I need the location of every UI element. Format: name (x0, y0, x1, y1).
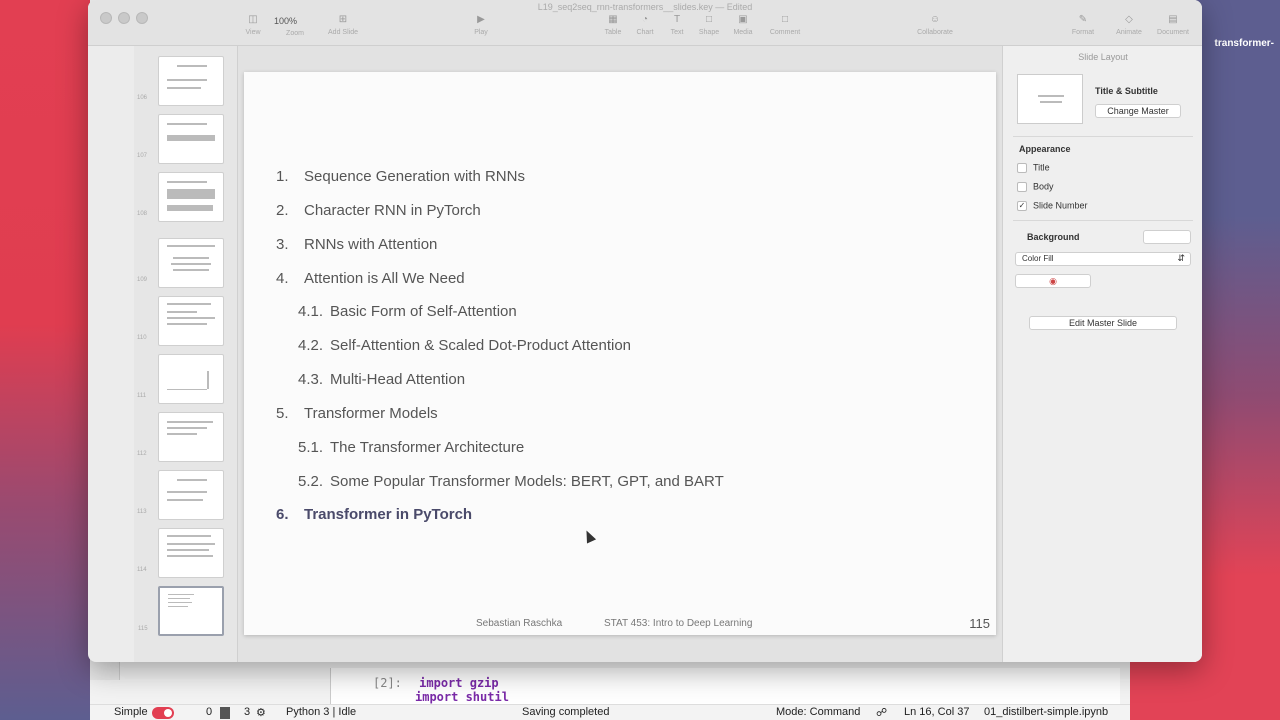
toc-item[interactable]: 1. Sequence Generation with RNNs (276, 168, 525, 185)
format-icon: ✎ (1078, 14, 1088, 25)
slide-navigator[interactable]: 106 107 108 109 110 111 112 113 114 115 (134, 46, 238, 662)
code-cell[interactable]: [2]: import gzip import shutil (330, 668, 1120, 704)
slide-page-number: 115 (969, 616, 990, 631)
slide[interactable]: 1. Sequence Generation with RNNs 2. Charac… (244, 72, 996, 635)
play-button[interactable]: ▶ Play (456, 14, 506, 36)
slide-thumbnail[interactable]: 108 (137, 172, 224, 222)
toc-subitem[interactable]: 5.1. The Transformer Architecture (298, 439, 524, 456)
add-slide-button[interactable]: ⊞ Add Slide (318, 14, 368, 36)
mode-indicator: Mode: Command (776, 706, 861, 718)
add-slide-icon: ⊞ (338, 14, 348, 25)
simple-mode-label: Simple (114, 706, 148, 718)
fullscreen-window-button[interactable] (136, 12, 148, 24)
divider (1013, 136, 1193, 137)
toc-subitem[interactable]: 4.2. Self-Attention & Scaled Dot-Product … (298, 337, 631, 354)
keynote-window: L19_seq2seq_rnn-transformers__slides.key… (88, 0, 1202, 662)
slide-canvas[interactable]: 1. Sequence Generation with RNNs 2. Charac… (238, 46, 1002, 662)
keynote-toolbar: L19_seq2seq_rnn-transformers__slides.key… (88, 0, 1202, 46)
toc-subitem[interactable]: 5.2. Some Popular Transformer Models: BER… (298, 473, 724, 490)
body-checkbox-row[interactable]: Body (1017, 181, 1054, 192)
master-name: Title & Subtitle (1095, 86, 1158, 96)
slide-footer-author: Sebastian Raschka (476, 618, 563, 629)
document-button[interactable]: ▤ Document (1148, 14, 1198, 36)
toc-subitem[interactable]: 4.1. Basic Form of Self-Attention (298, 303, 517, 320)
desktop-file-label[interactable]: transformer- (1215, 38, 1274, 49)
change-master-button[interactable]: Change Master (1095, 104, 1181, 118)
slide-thumbnail[interactable]: 110 (137, 296, 224, 346)
jupyter-statusbar: Simple 0 3 ⚙ Python 3 | Idle Saving comp… (90, 704, 1130, 720)
code-line: import shutil (415, 690, 509, 704)
toc-item-current[interactable]: 6. Transformer in PyTorch (276, 506, 472, 523)
collaborate-button[interactable]: ☺ Collaborate (910, 14, 960, 36)
minimize-window-button[interactable] (118, 12, 130, 24)
master-slide-thumbnail[interactable] (1017, 74, 1083, 124)
collaborate-icon: ☺ (929, 14, 941, 25)
title-checkbox-row[interactable]: Title (1017, 162, 1050, 173)
inspector-title[interactable]: Slide Layout (1003, 52, 1202, 62)
animate-button[interactable]: ◇ Animate (1104, 14, 1154, 36)
toc-item[interactable]: 5. Transformer Models (276, 405, 438, 422)
comment-button[interactable]: □ Comment (760, 14, 810, 36)
slide-thumbnail[interactable]: 109 (137, 238, 224, 288)
divider (1013, 220, 1193, 221)
fill-type-select[interactable]: Color Fill ⇵ (1015, 252, 1191, 266)
play-icon: ▶ (477, 14, 485, 25)
appearance-heading: Appearance (1019, 144, 1071, 154)
cursor-position[interactable]: Ln 16, Col 37 (904, 706, 969, 718)
zoom-button[interactable]: Zoom (270, 30, 320, 37)
edit-master-slide-button[interactable]: Edit Master Slide (1029, 316, 1177, 330)
format-inspector: Slide Layout Title & Subtitle Change Mas… (1002, 46, 1202, 662)
toc-subitem[interactable]: 4.3. Multi-Head Attention (298, 371, 465, 388)
view-icon: ◫ (248, 14, 258, 25)
animate-icon: ◇ (1125, 14, 1133, 25)
slide-number-checkbox[interactable]: ✓ (1017, 200, 1027, 211)
comment-icon: □ (781, 14, 789, 25)
slide-thumbnail[interactable]: 114 (137, 528, 224, 578)
body-checkbox[interactable] (1017, 181, 1027, 192)
title-checkbox[interactable] (1017, 162, 1027, 173)
terminal-icon (220, 707, 230, 719)
kernel-count: 3 (244, 706, 251, 718)
toc-item[interactable]: 3. RNNs with Attention (276, 236, 437, 253)
kernel-status[interactable]: Python 3 | Idle (286, 706, 356, 718)
background-heading[interactable]: Background (1027, 232, 1080, 242)
slide-thumbnail[interactable]: 111 (137, 354, 224, 404)
slide-thumbnail[interactable]: 112 (137, 412, 224, 462)
close-window-button[interactable] (100, 12, 112, 24)
slide-thumbnail-selected[interactable]: 115 (138, 586, 224, 636)
slide-thumbnail[interactable]: 106 (137, 56, 224, 106)
chevron-updown-icon: ⇵ (1177, 253, 1185, 263)
color-picker-well[interactable]: ◉ (1015, 274, 1091, 288)
terminal-count: 0 (206, 706, 213, 718)
notebook-filename: 01_distilbert-simple.ipynb (984, 706, 1109, 718)
slide-thumbnail[interactable]: 107 (137, 114, 224, 164)
slide-number-checkbox-row[interactable]: ✓ Slide Number (1017, 200, 1088, 211)
code-line: import gzip (419, 676, 499, 690)
zoom-value[interactable]: 100% (274, 16, 297, 26)
background-color-preview[interactable] (1143, 230, 1191, 244)
format-button[interactable]: ✎ Format (1058, 14, 1108, 36)
shield-icon: ☍ (876, 707, 888, 719)
save-status: Saving completed (522, 706, 610, 718)
toc-item[interactable]: 4. Attention is All We Need (276, 270, 465, 287)
simple-mode-toggle[interactable] (152, 707, 174, 719)
window-title: L19_seq2seq_rnn-transformers__slides.key… (537, 2, 753, 12)
kernel-icon: ⚙ (256, 707, 266, 719)
slide-thumbnail[interactable]: 113 (137, 470, 224, 520)
slide-footer-course: STAT 453: Intro to Deep Learning (604, 618, 753, 629)
cell-prompt: [2]: (373, 676, 402, 690)
toc-item[interactable]: 2. Character RNN in PyTorch (276, 202, 481, 219)
document-icon: ▤ (1168, 14, 1178, 25)
